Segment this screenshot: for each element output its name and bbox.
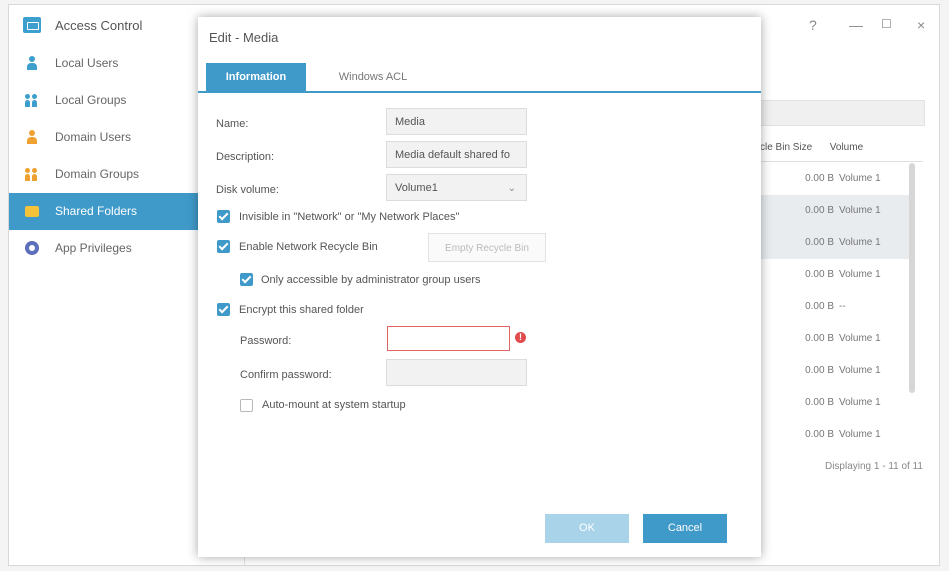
volume-cell: Volume 1 (839, 365, 881, 376)
help-icon[interactable]: ? (809, 17, 817, 33)
domain-group-icon (25, 167, 39, 181)
group-icon (25, 93, 39, 107)
table-row[interactable]: 0.00 B Volume 1 (755, 227, 915, 259)
disk-volume-label: Disk volume: (216, 184, 279, 196)
grid-scrollbar[interactable] (909, 163, 915, 393)
volume-cell: Volume 1 (839, 397, 881, 408)
table-row[interactable]: 0.00 B Volume 1 (755, 323, 915, 355)
maximize-icon[interactable]: ☐ (881, 17, 892, 31)
invisible-label: Invisible in "Network" or "My Network Pl… (239, 211, 460, 223)
error-icon: ! (515, 332, 526, 343)
recycle-bin-label: Enable Network Recycle Bin (239, 241, 378, 253)
recycle-size-cell: 0.00 B (805, 333, 834, 344)
tab-windows-acl[interactable]: Windows ACL (318, 63, 428, 91)
disk-volume-select[interactable]: Volume1 ⌄ (386, 174, 527, 201)
column-header-recycle-bin-size[interactable]: ycle Bin Size (755, 135, 827, 161)
recycle-size-cell: 0.00 B (805, 429, 834, 440)
recycle-size-cell: 0.00 B (805, 237, 834, 248)
empty-recycle-bin-button[interactable]: Empty Recycle Bin (428, 233, 546, 262)
recycle-size-cell: 0.00 B (805, 269, 834, 280)
sidebar-item-label: Local Groups (55, 93, 127, 107)
table-row[interactable]: 0.00 B -- (755, 291, 915, 323)
auto-mount-label: Auto-mount at system startup (262, 399, 406, 411)
volume-cell: Volume 1 (839, 333, 881, 344)
search-bar[interactable] (755, 100, 925, 126)
table-row[interactable]: 0.00 B Volume 1 (755, 259, 915, 291)
column-header-volume[interactable]: Volume (830, 135, 863, 161)
cancel-button[interactable]: Cancel (643, 514, 727, 543)
password-field[interactable] (387, 326, 510, 351)
confirm-password-field[interactable] (386, 359, 527, 386)
description-field[interactable]: Media default shared fo (386, 141, 527, 168)
recycle-bin-checkbox[interactable] (217, 240, 230, 253)
recycle-size-cell: 0.00 B (805, 173, 834, 184)
admin-only-checkbox[interactable] (240, 273, 253, 286)
dialog-title: Edit - Media (209, 30, 279, 45)
domain-user-icon (25, 130, 39, 144)
user-icon (25, 56, 39, 70)
table-row[interactable]: 0.00 B Volume 1 (755, 355, 915, 387)
table-row[interactable]: 0.00 B Volume 1 (755, 387, 915, 419)
volume-cell: Volume 1 (839, 237, 881, 248)
recycle-size-cell: 0.00 B (805, 301, 834, 312)
recycle-size-cell: 0.00 B (805, 365, 834, 376)
password-label: Password: (240, 335, 292, 347)
app-privileges-icon (25, 241, 39, 255)
chevron-down-icon: ⌄ (507, 183, 516, 194)
admin-only-label: Only accessible by administrator group u… (261, 274, 481, 286)
app-title: Access Control (55, 18, 143, 33)
shared-folder-grid: 0.00 B Volume 1 0.00 B Volume 1 0.00 B Volu… (755, 163, 915, 451)
recycle-size-cell: 0.00 B (805, 205, 834, 216)
invisible-checkbox[interactable] (217, 210, 230, 223)
table-row[interactable]: 0.00 B Volume 1 (755, 419, 915, 451)
sidebar-item-label: Local Users (55, 56, 119, 70)
auto-mount-checkbox[interactable] (240, 399, 253, 412)
name-field[interactable]: Media (386, 108, 527, 135)
grid-header: ycle Bin Size Volume (755, 135, 923, 162)
name-label: Name: (216, 118, 249, 130)
description-label: Description: (216, 151, 275, 163)
minimize-icon[interactable]: — (849, 17, 863, 33)
volume-cell: Volume 1 (839, 429, 881, 440)
table-row[interactable]: 0.00 B Volume 1 (755, 163, 915, 195)
close-icon[interactable]: × (917, 17, 925, 33)
volume-cell: -- (839, 301, 846, 312)
encrypt-checkbox[interactable] (217, 303, 230, 316)
tab-information[interactable]: Information (206, 63, 306, 91)
sidebar-item-label: App Privileges (55, 241, 132, 255)
sidebar-item-label: Domain Groups (55, 167, 140, 181)
sidebar-item-label: Shared Folders (55, 204, 138, 218)
confirm-password-label: Confirm password: (240, 369, 332, 381)
volume-cell: Volume 1 (839, 269, 881, 280)
paging-status: Displaying 1 - 11 of 11 (824, 461, 923, 472)
encrypt-label: Encrypt this shared folder (239, 304, 364, 316)
sidebar-item-label: Domain Users (55, 130, 132, 144)
disk-volume-value: Volume1 (395, 182, 438, 194)
dialog-tabs: Information Windows ACL (198, 59, 761, 93)
volume-cell: Volume 1 (839, 173, 881, 184)
ok-button[interactable]: OK (545, 514, 629, 543)
table-row[interactable]: 0.00 B Volume 1 (755, 195, 915, 227)
recycle-size-cell: 0.00 B (805, 397, 834, 408)
folder-icon (25, 206, 39, 217)
edit-media-dialog: Edit - Media Information Windows ACL Nam… (198, 17, 761, 557)
volume-cell: Volume 1 (839, 205, 881, 216)
access-control-app-icon (23, 17, 41, 33)
